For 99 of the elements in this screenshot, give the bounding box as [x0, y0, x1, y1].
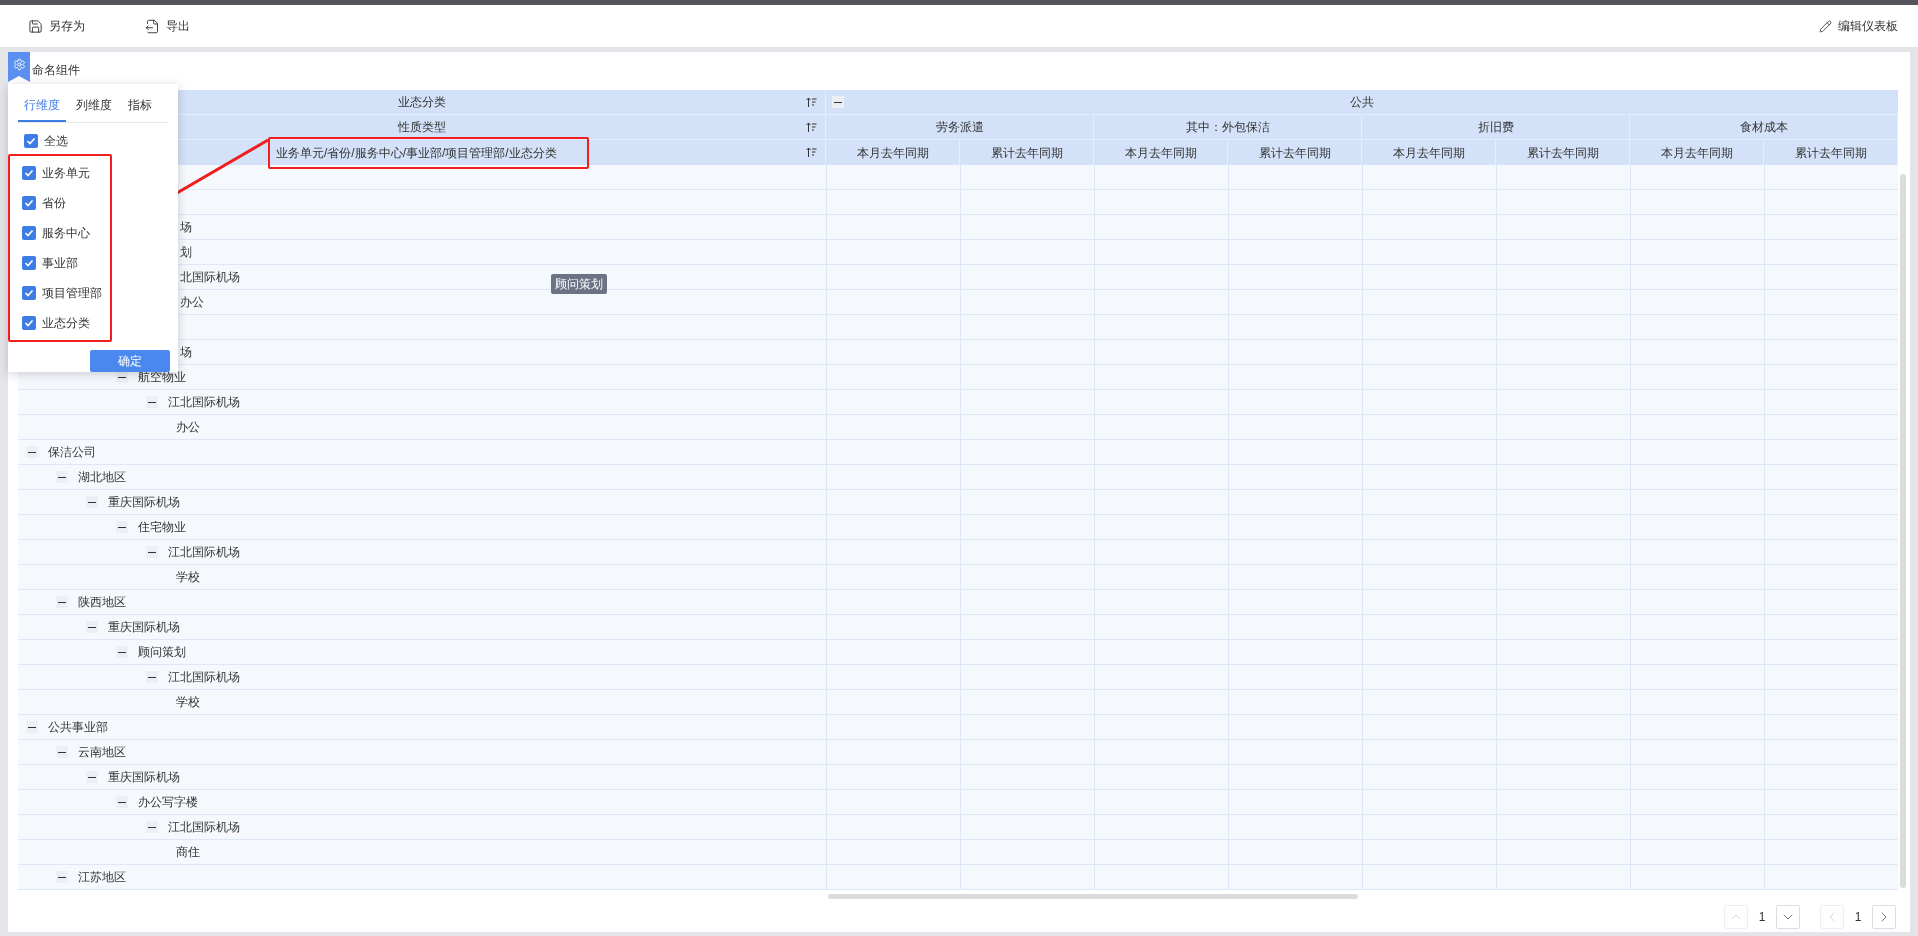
- collapse-icon[interactable]: [86, 771, 98, 783]
- select-all-option[interactable]: 全选: [16, 127, 170, 155]
- save-icon: [28, 18, 43, 34]
- dimension-option[interactable]: 服务中心: [22, 218, 110, 249]
- dimension-option[interactable]: 业态分类: [22, 308, 110, 339]
- collapse-icon[interactable]: [86, 621, 98, 633]
- tab[interactable]: 指标: [122, 96, 158, 122]
- column-header: 本月去年同期: [1124, 144, 1197, 162]
- row-label: 江北国际机场: [168, 544, 240, 561]
- header-label: 公共: [1350, 94, 1374, 111]
- column-header: 累计去年同期: [1794, 144, 1867, 162]
- row-label: 办公: [176, 419, 200, 436]
- row-label: 场: [180, 219, 192, 236]
- column-header: 累计去年同期: [990, 144, 1063, 162]
- tooltip: 顾问策划: [551, 274, 607, 294]
- collapse-icon[interactable]: [146, 821, 158, 833]
- column-header: 累计去年同期: [1526, 144, 1599, 162]
- row-label: 北国际机场: [180, 269, 240, 286]
- collapse-icon[interactable]: [116, 796, 128, 808]
- card-title: 命名组件: [32, 62, 80, 79]
- tab[interactable]: 行维度: [18, 96, 66, 122]
- row-label: 湖北地区: [78, 469, 126, 486]
- file-arrow-icon: [145, 18, 160, 34]
- collapse-icon[interactable]: [56, 746, 68, 758]
- edit-dashboard-button[interactable]: 编辑仪表板: [1819, 17, 1898, 35]
- horizontal-scrollbar[interactable]: [828, 893, 1358, 899]
- row-label: 重庆国际机场: [108, 769, 180, 786]
- collapse-icon[interactable]: [56, 871, 68, 883]
- row-label: 江北国际机场: [168, 394, 240, 411]
- save-as-button[interactable]: 另存为: [28, 17, 85, 35]
- checkmark-icon: [26, 135, 36, 146]
- dimension-option[interactable]: 事业部: [22, 248, 110, 279]
- row-label: 重庆国际机场: [108, 494, 180, 511]
- row-label: 场: [180, 344, 192, 361]
- collapse-icon[interactable]: [56, 596, 68, 608]
- column-header: 本月去年同期: [1392, 144, 1465, 162]
- checkmark-icon: [24, 198, 34, 209]
- row-label: 江苏地区: [78, 869, 126, 886]
- row-label: 江北国际机场: [168, 669, 240, 686]
- checkmark-icon: [24, 258, 34, 269]
- row-page-number: 1: [1757, 909, 1767, 926]
- row-label: 办公写字楼: [138, 794, 198, 811]
- collapse-icon[interactable]: [116, 521, 128, 533]
- checkbox[interactable]: [22, 166, 36, 181]
- sort-icon[interactable]: [806, 147, 817, 158]
- header-label: 其中：外包保洁: [1185, 119, 1270, 136]
- row-label: 重庆国际机场: [108, 619, 180, 636]
- row-label: 陕西地区: [78, 594, 126, 611]
- column-header: 累计去年同期: [1258, 144, 1331, 162]
- row-label: 江北国际机场: [168, 819, 240, 836]
- collapse-icon[interactable]: [86, 496, 98, 508]
- row-label: 划: [180, 244, 192, 261]
- dimension-option[interactable]: 业务单元: [22, 158, 110, 189]
- checkmark-icon: [24, 288, 34, 299]
- header-label: 折旧费: [1477, 119, 1514, 136]
- column-page-number: 1: [1853, 909, 1863, 926]
- checkbox[interactable]: [22, 286, 36, 301]
- collapse-icon[interactable]: [26, 721, 38, 733]
- row-label: 顾问策划: [138, 644, 186, 661]
- checkbox[interactable]: [22, 256, 36, 271]
- export-button[interactable]: 导出: [145, 17, 190, 35]
- header-label: 食材成本: [1739, 119, 1788, 136]
- row-label: 航空物业: [138, 369, 186, 386]
- checkbox[interactable]: [22, 226, 36, 241]
- vertical-scrollbar[interactable]: [1900, 174, 1906, 888]
- column-header: 本月去年同期: [1660, 144, 1733, 162]
- checkmark-icon: [24, 228, 34, 239]
- collapse-icon[interactable]: [146, 546, 158, 558]
- checkmark-icon: [24, 318, 34, 329]
- collapse-icon[interactable]: [26, 446, 38, 458]
- settings-bookmark-icon[interactable]: [8, 52, 30, 82]
- checkbox[interactable]: [22, 196, 36, 211]
- sort-icon[interactable]: [806, 122, 817, 133]
- row-label: 办公: [180, 294, 204, 311]
- column-header: 本月去年同期: [856, 144, 929, 162]
- dimension-option[interactable]: 省份: [22, 188, 110, 219]
- pencil-icon: [1819, 19, 1832, 33]
- checkbox[interactable]: [22, 316, 36, 331]
- checkmark-icon: [24, 168, 34, 179]
- collapse-icon[interactable]: [116, 646, 128, 658]
- dimension-option[interactable]: 项目管理部: [22, 278, 110, 309]
- header-label: 业态分类: [397, 94, 446, 111]
- row-label: 商住: [176, 844, 200, 861]
- collapse-icon[interactable]: [832, 96, 844, 108]
- row-label: 学校: [176, 694, 200, 711]
- header-label: 性质类型: [397, 119, 446, 136]
- tab[interactable]: 列维度: [70, 96, 118, 122]
- row-label: 云南地区: [78, 744, 126, 761]
- checkbox[interactable]: [24, 133, 38, 148]
- header-label: 劳务派遣: [935, 119, 984, 136]
- collapse-icon[interactable]: [146, 671, 158, 683]
- sort-icon[interactable]: [806, 97, 817, 108]
- highlighted-header-label: 业务单元/省份/服务中心/事业部/项目管理部/业态分类: [268, 136, 589, 169]
- collapse-icon[interactable]: [56, 471, 68, 483]
- row-label: 住宅物业: [138, 519, 186, 536]
- row-label: 保洁公司: [48, 444, 96, 461]
- row-label: 学校: [176, 569, 200, 586]
- row-label: 公共事业部: [48, 719, 108, 736]
- collapse-icon[interactable]: [146, 396, 158, 408]
